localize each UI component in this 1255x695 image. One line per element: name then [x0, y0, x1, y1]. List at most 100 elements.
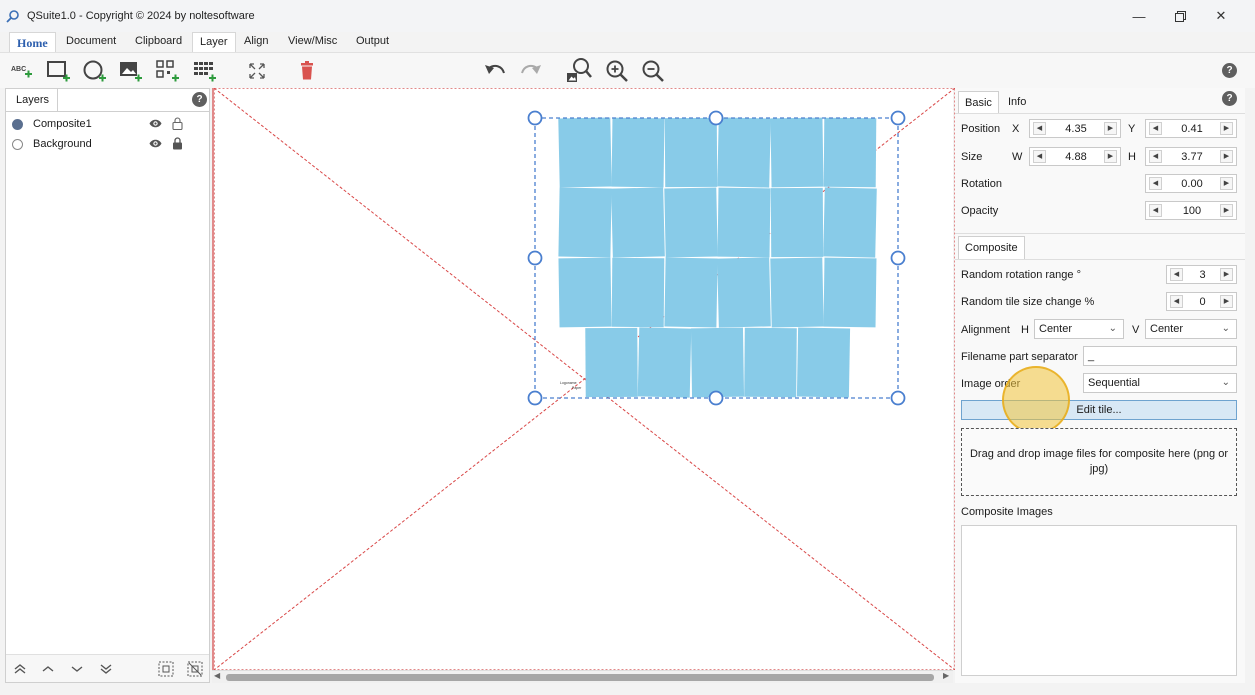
undo-icon[interactable] [482, 58, 508, 84]
size-w-value[interactable]: 4.88 [1048, 151, 1104, 163]
resize-handle[interactable] [890, 250, 906, 266]
delete-icon[interactable] [294, 58, 320, 84]
resize-handle[interactable] [527, 390, 543, 406]
decrement-icon[interactable]: ◀ [1149, 204, 1162, 217]
position-y-value[interactable]: 0.41 [1164, 123, 1220, 135]
resize-handle[interactable] [890, 390, 906, 406]
layers-tab[interactable]: Layers [6, 89, 58, 112]
zoom-in-icon[interactable] [604, 58, 630, 84]
decrement-icon[interactable]: ◀ [1170, 268, 1183, 281]
move-down-icon[interactable] [70, 662, 84, 676]
tab-align[interactable]: Align [237, 32, 275, 52]
opacity-spinner[interactable]: ◀ 100 ▶ [1145, 201, 1237, 220]
add-circle-icon[interactable] [82, 58, 108, 84]
h-label: H [1128, 151, 1136, 163]
rotation-spinner[interactable]: ◀ 0.00 ▶ [1145, 174, 1237, 193]
restore-icon[interactable] [1161, 0, 1199, 32]
random-tile-spinner[interactable]: ◀ 0 ▶ [1166, 292, 1237, 311]
zoom-image-icon[interactable] [566, 58, 592, 84]
tab-composite[interactable]: Composite [958, 236, 1025, 259]
position-x-value[interactable]: 4.35 [1048, 123, 1104, 135]
tab-layer[interactable]: Layer [192, 32, 236, 52]
fit-to-view-icon[interactable] [244, 58, 270, 84]
layer-item-composite1[interactable]: Composite1 [6, 115, 209, 135]
resize-handle[interactable] [527, 110, 543, 126]
magnifier-icon [6, 10, 19, 23]
scroll-left-icon[interactable]: ◀ [214, 671, 220, 680]
increment-icon[interactable]: ▶ [1220, 150, 1233, 163]
add-qrcode-icon[interactable] [155, 58, 181, 84]
tab-output[interactable]: Output [349, 32, 396, 52]
horizontal-scrollbar[interactable]: ◀ ▶ [212, 670, 953, 683]
increment-icon[interactable]: ▶ [1220, 268, 1233, 281]
decrement-icon[interactable]: ◀ [1033, 150, 1046, 163]
properties-help-icon[interactable]: ? [1222, 91, 1237, 106]
add-composite-icon[interactable] [192, 58, 218, 84]
random-rotation-spinner[interactable]: ◀ 3 ▶ [1166, 265, 1237, 284]
increment-icon[interactable]: ▶ [1220, 122, 1233, 135]
move-top-icon[interactable] [13, 662, 27, 676]
increment-icon[interactable]: ▶ [1104, 150, 1117, 163]
move-up-icon[interactable] [41, 662, 55, 676]
opacity-value[interactable]: 100 [1164, 205, 1220, 217]
decrement-icon[interactable]: ◀ [1149, 150, 1162, 163]
layer-select-radio[interactable] [12, 139, 23, 150]
add-image-icon[interactable] [118, 58, 144, 84]
resize-handle[interactable] [708, 390, 724, 406]
composite-tiles[interactable] [558, 117, 877, 398]
edit-tile-button[interactable]: Edit tile... [961, 400, 1237, 420]
size-label: Size [961, 151, 983, 163]
size-h-spinner[interactable]: ◀ 3.77 ▶ [1145, 147, 1237, 166]
add-text-icon[interactable]: ABC [9, 58, 35, 84]
unlock-icon[interactable] [172, 117, 183, 130]
alignment-h-select[interactable]: Center ⌄ [1034, 319, 1124, 339]
move-bottom-icon[interactable] [99, 662, 113, 676]
add-rectangle-icon[interactable] [46, 58, 72, 84]
position-y-spinner[interactable]: ◀ 0.41 ▶ [1145, 119, 1237, 138]
deselect-icon[interactable] [187, 661, 203, 677]
tab-document[interactable]: Document [59, 32, 123, 52]
increment-icon[interactable]: ▶ [1220, 295, 1233, 308]
zoom-out-icon[interactable] [640, 58, 666, 84]
lock-icon[interactable] [172, 137, 183, 150]
decrement-icon[interactable]: ◀ [1149, 122, 1162, 135]
layers-help-icon[interactable]: ? [192, 92, 207, 107]
layer-select-radio[interactable] [12, 119, 23, 130]
resize-handle[interactable] [708, 110, 724, 126]
increment-icon[interactable]: ▶ [1220, 204, 1233, 217]
filename-separator-input[interactable]: _ [1083, 346, 1237, 366]
tab-view-misc[interactable]: View/Misc [281, 32, 344, 52]
size-h-value[interactable]: 3.77 [1164, 151, 1220, 163]
scrollbar-thumb[interactable] [226, 674, 934, 681]
decrement-icon[interactable]: ◀ [1170, 295, 1183, 308]
close-icon[interactable]: ✕ [1202, 0, 1240, 32]
size-w-spinner[interactable]: ◀ 4.88 ▶ [1029, 147, 1121, 166]
composite-images-list[interactable] [961, 525, 1237, 676]
eye-icon[interactable] [149, 138, 162, 149]
increment-icon[interactable]: ▶ [1104, 122, 1117, 135]
random-rotation-value[interactable]: 3 [1185, 269, 1220, 281]
increment-icon[interactable]: ▶ [1220, 177, 1233, 190]
rotation-value[interactable]: 0.00 [1164, 178, 1220, 190]
position-x-spinner[interactable]: ◀ 4.35 ▶ [1029, 119, 1121, 138]
help-icon[interactable]: ? [1222, 63, 1237, 78]
tab-clipboard[interactable]: Clipboard [128, 32, 189, 52]
alignment-v-select[interactable]: Center ⌄ [1145, 319, 1237, 339]
layer-item-background[interactable]: Background [6, 135, 209, 155]
random-tile-value[interactable]: 0 [1185, 296, 1220, 308]
tab-home[interactable]: Home [9, 32, 56, 52]
image-dropzone[interactable]: Drag and drop image files for composite … [961, 428, 1237, 496]
minimize-icon[interactable]: — [1120, 0, 1158, 32]
canvas[interactable]: Logoname Paper [212, 88, 955, 670]
resize-handle[interactable] [890, 110, 906, 126]
eye-icon[interactable] [149, 118, 162, 129]
redo-icon[interactable] [518, 58, 544, 84]
tab-info[interactable]: Info [1002, 91, 1032, 113]
decrement-icon[interactable]: ◀ [1149, 177, 1162, 190]
decrement-icon[interactable]: ◀ [1033, 122, 1046, 135]
resize-handle[interactable] [527, 250, 543, 266]
image-order-select[interactable]: Sequential ⌄ [1083, 373, 1237, 393]
scroll-right-icon[interactable]: ▶ [943, 671, 949, 680]
select-all-icon[interactable] [158, 661, 174, 677]
tab-basic[interactable]: Basic [958, 91, 999, 113]
